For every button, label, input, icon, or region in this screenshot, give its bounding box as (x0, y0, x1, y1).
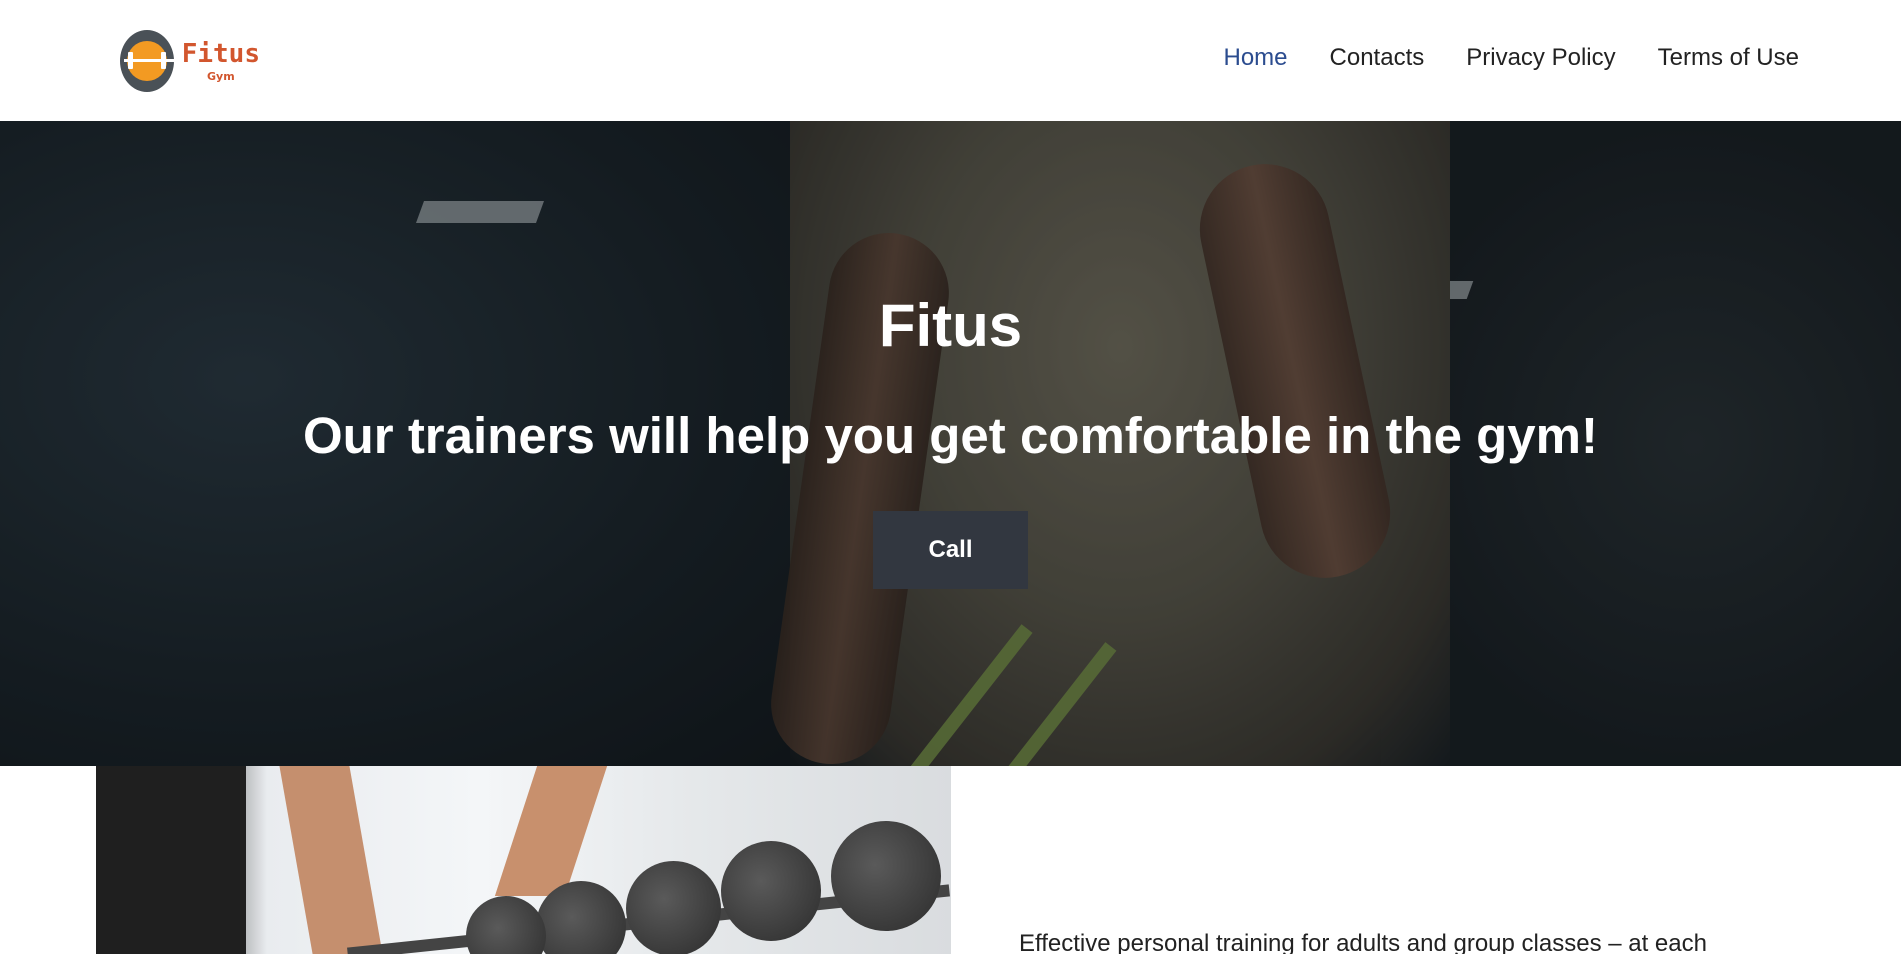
hero-section: Fitus Our trainers will help you get com… (0, 121, 1901, 766)
nav-home[interactable]: Home (1224, 44, 1288, 72)
dumbbell (626, 861, 721, 954)
dumbbell (536, 881, 626, 954)
dumbbell (831, 821, 941, 931)
nav-terms-of-use[interactable]: Terms of Use (1658, 44, 1799, 72)
hero-subtitle: Our trainers will help you get comfortab… (302, 407, 1599, 464)
site-logo[interactable]: Fitus Gym (120, 28, 260, 94)
dumbbell-logo-icon (120, 30, 178, 92)
logo-name: Fitus (181, 38, 260, 69)
main-nav: Home Contacts Privacy Policy Terms of Us… (1224, 44, 1800, 72)
logo-text: Fitus Gym (182, 41, 260, 82)
hero-title: Fitus (878, 292, 1023, 359)
dumbbell (721, 841, 821, 941)
dumbbell (466, 896, 546, 954)
dumbbells-photo (96, 766, 951, 954)
nav-contacts[interactable]: Contacts (1330, 44, 1425, 72)
logo-subtitle: Gym (207, 69, 235, 83)
intro-paragraph: Effective personal training for adults a… (1019, 930, 1707, 954)
call-button[interactable]: Call (873, 511, 1028, 589)
nav-privacy-policy[interactable]: Privacy Policy (1466, 44, 1615, 72)
site-header: Fitus Gym Home Contacts Privacy Policy T… (0, 0, 1901, 121)
